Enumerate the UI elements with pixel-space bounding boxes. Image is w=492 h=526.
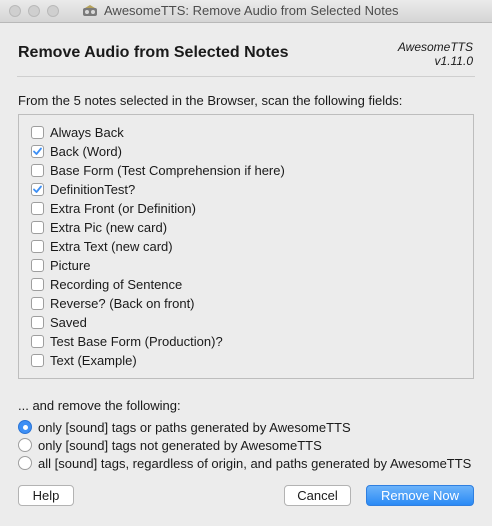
field-checkbox[interactable] [31,334,44,348]
remove-option-label: only [sound] tags or paths generated by … [38,419,351,435]
cancel-button[interactable]: Cancel [284,485,351,506]
field-label: Extra Front (or Definition) [50,200,196,216]
field-label: DefinitionTest? [50,181,136,197]
window-title: AwesomeTTS: Remove Audio from Selected N… [104,3,399,18]
remove-prompt: ... and remove the following: [18,398,181,413]
field-row[interactable]: Reverse? (Back on front) [31,294,195,312]
field-checkbox[interactable] [31,125,44,139]
field-row[interactable]: Picture [31,256,90,274]
remove-option-row[interactable]: only [sound] tags or paths generated by … [18,418,351,436]
field-label: Picture [50,257,91,273]
field-checkbox[interactable] [31,201,44,215]
field-row[interactable]: Recording of Sentence [31,275,182,293]
header-divider [17,76,475,77]
field-row[interactable]: Back (Word) [31,142,122,160]
field-label: Extra Pic (new card) [50,219,168,235]
field-label: Saved [50,314,87,330]
field-checkbox[interactable] [31,277,44,291]
close-window-button[interactable] [9,5,21,17]
title-bar: AwesomeTTS: Remove Audio from Selected N… [0,0,492,23]
field-checkbox[interactable] [31,296,44,310]
field-checkbox[interactable] [31,239,44,253]
brand-block: AwesomeTTS v1.11.0 [398,40,473,68]
field-label: Recording of Sentence [50,276,183,292]
field-row[interactable]: Test Base Form (Production)? [31,332,223,350]
remove-option-row[interactable]: all [sound] tags, regardless of origin, … [18,454,471,472]
brand-version: v1.11.0 [434,54,473,68]
fields-list: Always Back Back (Word) Base Form (Test Co… [18,114,474,379]
remove-option-label: all [sound] tags, regardless of origin, … [38,455,472,471]
field-row[interactable]: Extra Text (new card) [31,237,173,255]
field-label: Always Back [50,124,124,140]
field-label: Base Form (Test Comprehension if here) [50,162,285,178]
help-button[interactable]: Help [18,485,74,506]
field-row[interactable]: DefinitionTest? [31,180,135,198]
dialog-heading: Remove Audio from Selected Notes [18,44,289,61]
remove-option-label: only [sound] tags not generated by Aweso… [38,437,322,453]
remove-option-row[interactable]: only [sound] tags not generated by Aweso… [18,436,322,454]
zoom-window-button[interactable] [47,5,59,17]
remove-option-radio[interactable] [18,456,32,470]
field-row[interactable]: Text (Example) [31,351,137,369]
brand-name: AwesomeTTS [397,40,473,54]
minimize-window-button[interactable] [28,5,40,17]
field-checkbox[interactable] [31,353,44,367]
scan-fields-prompt: From the 5 notes selected in the Browser… [18,93,403,108]
field-label: Back (Word) [50,143,122,159]
checkmark-icon [33,185,42,193]
field-row[interactable]: Saved [31,313,87,331]
field-label: Text (Example) [50,352,137,368]
field-label: Reverse? (Back on front) [50,295,195,311]
field-row[interactable]: Extra Pic (new card) [31,218,167,236]
field-checkbox[interactable] [31,220,44,234]
field-checkbox[interactable] [31,315,44,329]
field-label: Test Base Form (Production)? [50,333,223,349]
field-checkbox[interactable] [31,144,44,158]
field-row[interactable]: Extra Front (or Definition) [31,199,196,217]
speaker-app-icon [83,5,97,16]
checkmark-icon [33,147,42,155]
field-checkbox[interactable] [31,163,44,177]
remove-option-radio[interactable] [18,420,32,434]
field-checkbox[interactable] [31,258,44,272]
field-label: Extra Text (new card) [50,238,173,254]
field-row[interactable]: Always Back [31,123,124,141]
remove-option-radio[interactable] [18,438,32,452]
field-checkbox[interactable] [31,182,44,196]
remove-now-button[interactable]: Remove Now [366,485,474,506]
field-row[interactable]: Base Form (Test Comprehension if here) [31,161,285,179]
